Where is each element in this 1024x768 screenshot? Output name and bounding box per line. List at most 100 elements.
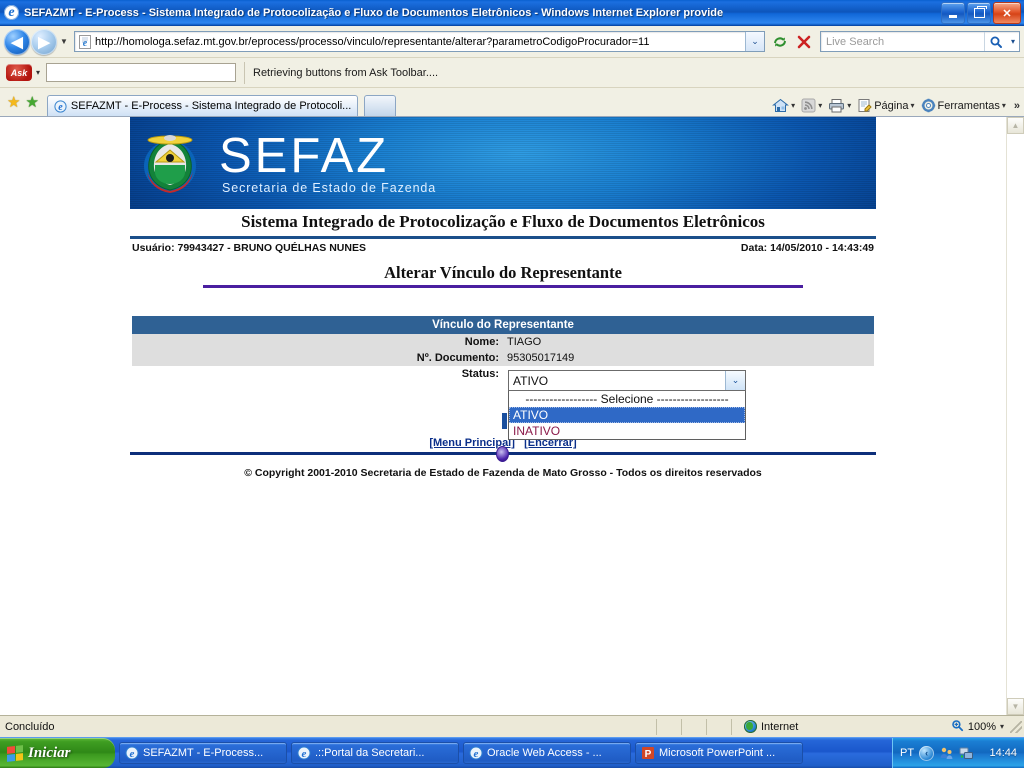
sefaz-page-content: SEFAZ Secretaria de Estado de Fazenda Si…: [130, 117, 876, 479]
title-bar: e SEFAZMT - E-Process - Sistema Integrad…: [0, 0, 1024, 26]
minimize-button[interactable]: [941, 2, 965, 24]
window-title: SEFAZMT - E-Process - Sistema Integrado …: [24, 6, 724, 19]
ask-toolbar: Ask ▾ Retrieving buttons from Ask Toolba…: [0, 58, 1024, 88]
documento-label: Nº. Documento:: [132, 350, 503, 366]
history-dropdown-icon[interactable]: ▼: [57, 37, 71, 46]
status-options-list[interactable]: ------------------ Selecione -----------…: [508, 391, 746, 440]
status-select[interactable]: ATIVO ⌄: [508, 370, 746, 391]
refresh-button[interactable]: [768, 30, 792, 54]
search-box[interactable]: Live Search ▾: [820, 31, 1020, 52]
taskbar-item-oracle[interactable]: e Oracle Web Access - ...: [463, 742, 631, 764]
tools-menu-button[interactable]: Ferramentas ▾: [919, 98, 1008, 113]
status-divider: [731, 718, 732, 735]
search-icon[interactable]: [984, 32, 1007, 51]
chevron-down-icon[interactable]: ▾: [1000, 722, 1004, 731]
windows-flag-icon: [7, 744, 23, 762]
ask-logo-icon[interactable]: Ask: [6, 64, 32, 81]
page-title: Alterar Vínculo do Representante: [384, 263, 622, 282]
internet-explorer-icon: e: [297, 746, 311, 760]
documento-value: 95305017149: [503, 350, 874, 366]
taskbar-item-portal[interactable]: e .::Portal da Secretari...: [291, 742, 459, 764]
start-button-label: Iniciar: [28, 744, 71, 761]
vinculo-form-table: Vínculo do Representante Nome: TIAGO Nº.…: [132, 316, 874, 440]
print-button[interactable]: ▾: [826, 98, 853, 113]
taskbar-item-sefazmt[interactable]: e SEFAZMT - E-Process...: [119, 742, 287, 764]
stop-button[interactable]: [792, 30, 816, 54]
tab-sefazmt[interactable]: e SEFAZMT - E-Process - Sistema Integrad…: [46, 95, 359, 116]
status-divider: [681, 718, 682, 735]
home-button[interactable]: ▾: [770, 98, 797, 113]
scroll-down-icon[interactable]: ▼: [1007, 698, 1024, 715]
page-menu-label: Página: [874, 99, 909, 112]
status-divider: [656, 718, 657, 735]
zoom-magnifier-icon: [951, 719, 964, 735]
network-users-icon[interactable]: [939, 746, 954, 761]
taskbar-item-label: .::Portal da Secretari...: [315, 747, 425, 759]
taskbar: Iniciar e SEFAZMT - E-Process... e .::Po…: [0, 737, 1024, 768]
tab-label: SEFAZMT - E-Process - Sistema Integrado …: [70, 100, 352, 112]
taskbar-item-powerpoint[interactable]: P Microsoft PowerPoint ...: [635, 742, 803, 764]
security-zone-label: Internet: [761, 720, 799, 733]
user-info-line: Usuário: 79943427 - BRUNO QUÉLHAS NUNES …: [130, 239, 876, 254]
search-input[interactable]: Live Search: [821, 36, 984, 48]
date-label: Data: 14/05/2010 - 14:43:49: [740, 242, 874, 254]
back-button[interactable]: ◀: [4, 28, 30, 55]
feeds-button[interactable]: ▾: [799, 98, 824, 113]
chevron-down-icon[interactable]: ▾: [791, 101, 795, 110]
tray-expand-icon[interactable]: ‹: [919, 745, 935, 761]
option-ativo[interactable]: ATIVO: [509, 407, 745, 423]
option-selecione[interactable]: ------------------ Selecione -----------…: [509, 391, 745, 407]
chevron-down-icon[interactable]: ⌄: [725, 371, 745, 390]
url-dropdown-icon[interactable]: ⌄: [745, 32, 764, 51]
new-tab-button[interactable]: [364, 95, 397, 116]
svg-text:P: P: [645, 749, 652, 760]
vertical-scrollbar[interactable]: ▲ ▼: [1006, 117, 1024, 715]
powerpoint-icon: P: [641, 746, 655, 760]
status-row: Status: ATIVO ⌄ ------------------ Selec…: [132, 366, 874, 440]
ask-search-input[interactable]: [46, 63, 236, 82]
tools-menu-label: Ferramentas: [937, 99, 1000, 112]
forward-button[interactable]: ▶: [31, 28, 57, 55]
page-menu-button[interactable]: Página ▾: [855, 98, 916, 113]
start-button[interactable]: Iniciar: [0, 738, 115, 768]
sefaz-logo-text: SEFAZ: [219, 128, 390, 183]
internet-explorer-icon: e: [469, 746, 483, 760]
sefaz-logo-subtitle: Secretaria de Estado de Fazenda: [222, 180, 437, 195]
option-inativo[interactable]: INATIVO: [509, 423, 745, 439]
url-bar[interactable]: e http://homologa.sefaz.mt.gov.br/eproce…: [74, 31, 765, 52]
nome-label: Nome:: [132, 334, 503, 350]
internet-explorer-icon: e: [4, 4, 20, 21]
security-zone[interactable]: Internet: [744, 720, 894, 733]
footer-ornament-icon: [496, 446, 509, 462]
language-indicator[interactable]: PT: [900, 747, 914, 759]
overflow-chevron-icon[interactable]: »: [1014, 100, 1020, 112]
table-row: Nº. Documento: 95305017149: [132, 350, 874, 366]
zoom-control[interactable]: 100% ▾: [894, 719, 1010, 735]
chevron-down-icon[interactable]: ▾: [910, 101, 914, 110]
restore-button[interactable]: [967, 2, 991, 24]
status-field-cell: ATIVO ⌄ ------------------ Selecione ---…: [502, 366, 874, 440]
svg-text:e: e: [130, 748, 135, 760]
table-header-label: Vínculo do Representante: [132, 316, 874, 334]
title-underline: [203, 285, 803, 288]
user-label: Usuário: 79943427 - BRUNO QUÉLHAS NUNES: [132, 242, 366, 254]
add-to-favorites-icon[interactable]: ★: [25, 95, 38, 110]
status-selected-value: ATIVO: [513, 373, 549, 388]
status-label: Status:: [132, 366, 503, 392]
chevron-down-icon: ▾: [818, 101, 823, 110]
taskbar-item-label: Microsoft PowerPoint ...: [659, 747, 776, 759]
clock[interactable]: 14:44: [989, 747, 1017, 759]
scroll-up-icon[interactable]: ▲: [1007, 117, 1024, 134]
network-connection-icon[interactable]: [959, 746, 974, 761]
close-button[interactable]: ✕: [993, 2, 1021, 24]
resize-grip-icon[interactable]: [1010, 720, 1022, 733]
search-dropdown-icon[interactable]: ▾: [1007, 32, 1019, 51]
ask-dropdown-icon[interactable]: ▾: [32, 68, 44, 77]
status-bar: Concluído Internet 100% ▾: [0, 715, 1024, 737]
chevron-down-icon[interactable]: ▾: [847, 101, 851, 110]
chevron-down-icon[interactable]: ▾: [1002, 101, 1006, 110]
favorites-center-icon[interactable]: ★: [7, 95, 20, 110]
copyright-text: © Copyright 2001-2010 Secretaria de Esta…: [244, 467, 762, 479]
taskbar-item-label: Oracle Web Access - ...: [487, 747, 602, 759]
status-select-wrapper: ATIVO ⌄ ------------------ Selecione ---…: [502, 370, 746, 440]
